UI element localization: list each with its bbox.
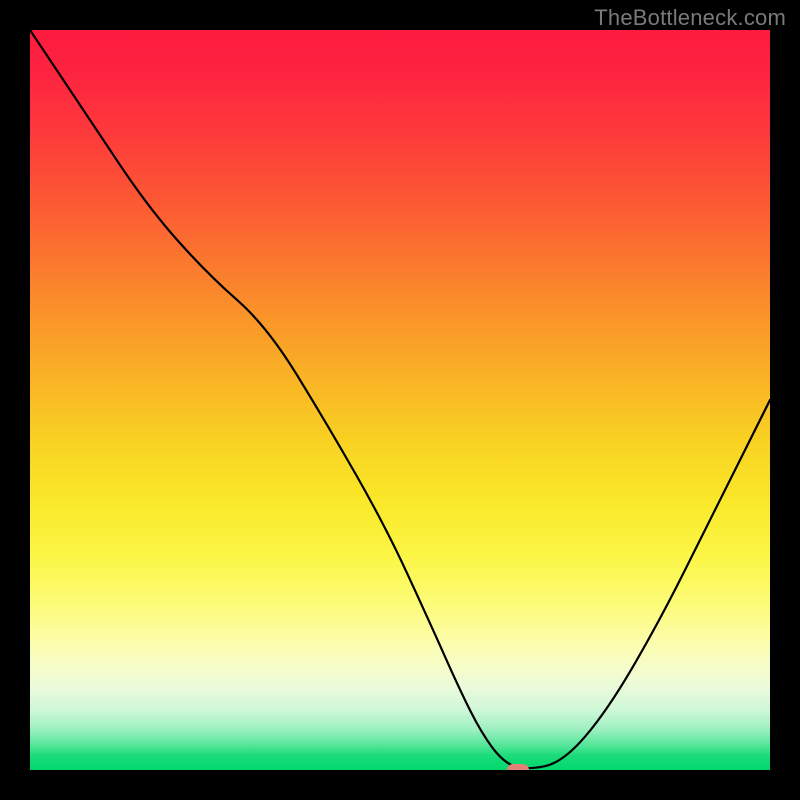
plot-area <box>30 30 770 770</box>
curve-svg <box>30 30 770 770</box>
bottleneck-curve <box>30 30 770 768</box>
optimal-marker <box>507 764 529 770</box>
chart-container: TheBottleneck.com <box>0 0 800 800</box>
watermark-text: TheBottleneck.com <box>594 5 786 31</box>
